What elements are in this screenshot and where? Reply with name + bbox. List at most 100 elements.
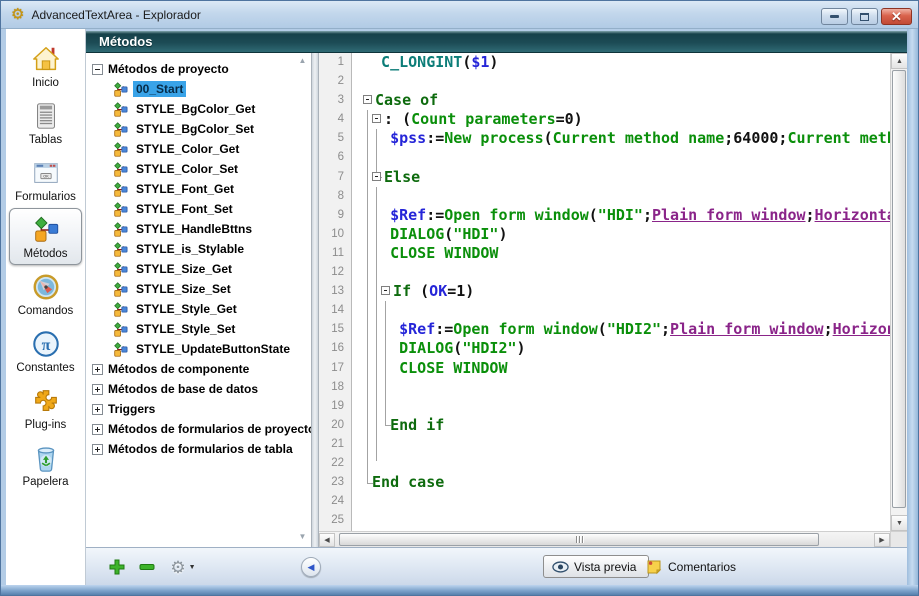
options-menu-button[interactable]: ⚙ ▼	[168, 558, 198, 576]
tree-item[interactable]: STYLE_Font_Get	[86, 179, 311, 199]
line-number: 6	[319, 148, 351, 167]
expand-icon[interactable]	[92, 444, 103, 455]
sidebar-item-plugins[interactable]: Plug-ins	[9, 379, 82, 436]
tree-item[interactable]: STYLE_BgColor_Get	[86, 99, 311, 119]
tree-item-label: STYLE_UpdateButtonState	[133, 341, 293, 357]
tree-item[interactable]: STYLE_UpdateButtonState	[86, 339, 311, 359]
tree-group[interactable]: Métodos de proyecto	[86, 59, 311, 79]
editor-horizontal-scrollbar[interactable]: ◀ ▶	[319, 531, 890, 547]
titlebar[interactable]: ⚙ AdvancedTextArea - Explorador ✕	[1, 1, 919, 29]
tree-scrollbar[interactable]: ▲ ▼	[296, 55, 309, 543]
code-line[interactable]: End if	[353, 416, 890, 435]
code-line[interactable]: : (Count parameters=0)	[353, 110, 890, 129]
method-small-icon	[113, 102, 128, 117]
collapse-icon[interactable]	[92, 64, 103, 75]
preview-label: Vista previa	[574, 560, 636, 574]
scroll-down-icon[interactable]: ▼	[891, 515, 908, 531]
tree-item[interactable]: STYLE_is_Stylable	[86, 239, 311, 259]
sidebar-item-tablas[interactable]: Tablas	[9, 94, 82, 151]
tree-item[interactable]: STYLE_Font_Set	[86, 199, 311, 219]
tree-item[interactable]: STYLE_Color_Get	[86, 139, 311, 159]
fold-collapse-icon[interactable]	[363, 95, 372, 104]
tree-item[interactable]: STYLE_HandleBttns	[86, 219, 311, 239]
code-line[interactable]: DIALOG("HDI")	[353, 225, 890, 244]
sidebar-item-label: Métodos	[23, 248, 67, 260]
code-line[interactable]: $Ref:=Open form window("HDI2";Plain form…	[353, 320, 890, 339]
tree-item[interactable]: STYLE_Style_Get	[86, 299, 311, 319]
code-line[interactable]	[353, 187, 890, 206]
fold-collapse-icon[interactable]	[372, 114, 381, 123]
code-line[interactable]	[353, 301, 890, 320]
code-line[interactable]: DIALOG("HDI2")	[353, 339, 890, 358]
tree-item[interactable]: 00_Start	[86, 79, 311, 99]
scroll-up-icon[interactable]: ▲	[296, 55, 309, 67]
scroll-right-icon[interactable]: ▶	[874, 533, 890, 547]
code-line[interactable]: Else	[353, 168, 890, 187]
tree-item-label: STYLE_Size_Set	[133, 281, 234, 297]
maximize-button[interactable]	[851, 8, 878, 25]
close-button[interactable]: ✕	[881, 8, 912, 25]
fold-collapse-icon[interactable]	[372, 172, 381, 181]
panel-splitter[interactable]	[311, 53, 319, 547]
remove-method-button[interactable]	[138, 558, 156, 576]
sidebar-item-metodos[interactable]: Métodos	[9, 208, 82, 265]
code-line[interactable]	[353, 378, 890, 397]
code-line[interactable]: $Ref:=Open form window("HDI";Plain form …	[353, 206, 890, 225]
method-small-icon	[113, 262, 128, 277]
tree-group[interactable]: Triggers	[86, 399, 311, 419]
scroll-up-icon[interactable]: ▲	[891, 53, 908, 69]
minimize-button[interactable]	[821, 8, 848, 25]
tree-item[interactable]: STYLE_BgColor_Set	[86, 119, 311, 139]
horizontal-scroll-thumb[interactable]	[339, 533, 819, 546]
line-number: 19	[319, 397, 351, 416]
fold-collapse-icon[interactable]	[381, 286, 390, 295]
tree-item[interactable]: STYLE_Size_Set	[86, 279, 311, 299]
code-line[interactable]	[353, 511, 890, 530]
tree-group[interactable]: Métodos de formularios de tabla	[86, 439, 311, 459]
line-number: 18	[319, 378, 351, 397]
scroll-down-icon[interactable]: ▼	[296, 531, 309, 543]
code-line[interactable]: CLOSE WINDOW	[353, 244, 890, 263]
code-line[interactable]	[353, 397, 890, 416]
tree-group-label: Triggers	[108, 402, 155, 416]
line-number: 4	[319, 110, 351, 129]
add-method-button[interactable]	[108, 558, 126, 576]
code-line[interactable]	[353, 454, 890, 473]
code-area[interactable]: C_LONGINT($1) Case of: (Count parameters=…	[353, 53, 890, 531]
code-line[interactable]: $pss:=New process(Current method name;64…	[353, 129, 890, 148]
tables-icon	[30, 100, 62, 132]
code-line[interactable]	[353, 263, 890, 282]
expand-icon[interactable]	[92, 424, 103, 435]
code-line[interactable]: If (OK=1)	[353, 282, 890, 301]
tree-item[interactable]: STYLE_Style_Set	[86, 319, 311, 339]
vertical-scroll-thumb[interactable]	[892, 70, 906, 508]
expand-icon[interactable]	[92, 384, 103, 395]
sidebar-item-constantes[interactable]: πConstantes	[9, 322, 82, 379]
sidebar-item-formularios[interactable]: OKFormularios	[9, 151, 82, 208]
tree-group[interactable]: Métodos de base de datos	[86, 379, 311, 399]
sidebar-item-papelera[interactable]: Papelera	[9, 436, 82, 493]
sidebar-item-comandos[interactable]: Comandos	[9, 265, 82, 322]
editor-vertical-scrollbar[interactable]: ▲ ▼	[890, 53, 907, 531]
code-line[interactable]: CLOSE WINDOW	[353, 359, 890, 378]
collapse-panel-button[interactable]: ◀	[301, 557, 321, 577]
code-line[interactable]: C_LONGINT($1)	[353, 53, 890, 72]
preview-button[interactable]: Vista previa	[543, 555, 649, 578]
code-line[interactable]	[353, 435, 890, 454]
code-line[interactable]	[353, 148, 890, 167]
tree-group[interactable]: Métodos de componente	[86, 359, 311, 379]
scroll-left-icon[interactable]: ◀	[319, 533, 335, 547]
sidebar-item-inicio[interactable]: Inicio	[9, 37, 82, 94]
code-line[interactable]: Case of	[353, 91, 890, 110]
code-line[interactable]	[353, 72, 890, 91]
expand-icon[interactable]	[92, 364, 103, 375]
chevron-down-icon: ▼	[189, 564, 196, 571]
code-line[interactable]: End case	[353, 473, 890, 492]
tree-item[interactable]: STYLE_Color_Set	[86, 159, 311, 179]
expand-icon[interactable]	[92, 404, 103, 415]
code-line[interactable]	[353, 492, 890, 511]
tree-group[interactable]: Métodos de formularios de proyecto	[86, 419, 311, 439]
sidebar-item-label: Tablas	[29, 134, 62, 146]
tree-item[interactable]: STYLE_Size_Get	[86, 259, 311, 279]
comments-button[interactable]: Comentarios	[646, 556, 736, 578]
